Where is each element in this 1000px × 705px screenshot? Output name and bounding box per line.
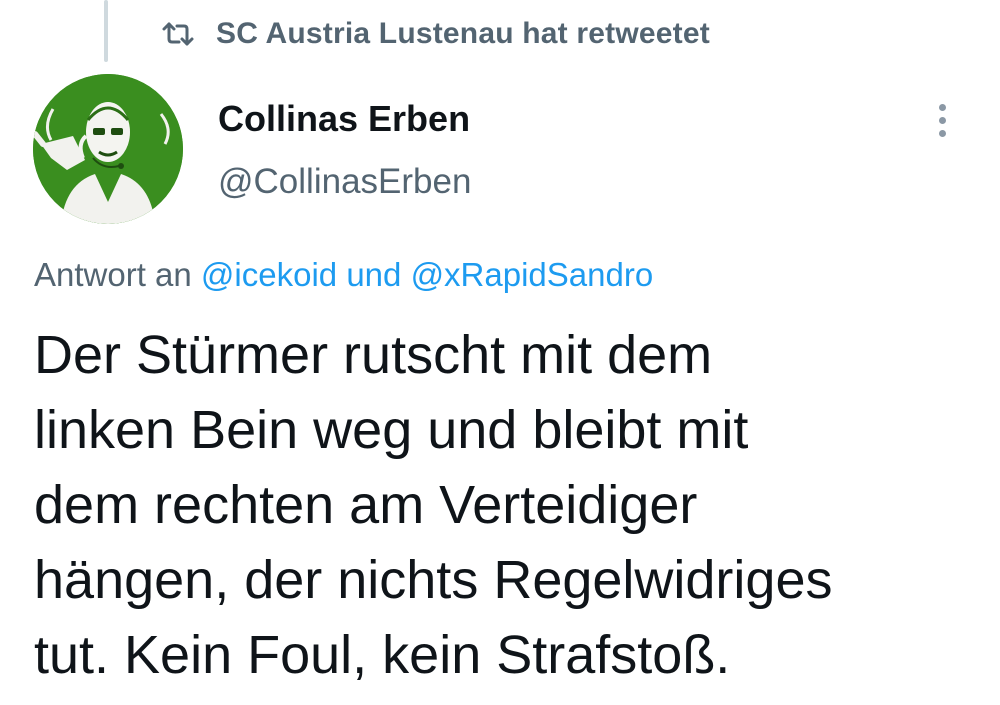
more-vertical-icon-dot xyxy=(938,129,946,137)
mention-link[interactable]: @icekoid xyxy=(201,256,337,293)
reply-connector: und xyxy=(346,256,402,293)
tweet-text-line: Der Stürmer rutscht mit dem xyxy=(34,325,713,385)
tweet-text-line: dem rechten am Verteidiger xyxy=(34,475,698,535)
mention-link[interactable]: @xRapidSandro xyxy=(411,256,654,293)
thread-connector-line xyxy=(104,0,108,62)
tweet-text-line: linken Bein weg und bleibt mit xyxy=(34,400,749,460)
more-vertical-icon xyxy=(938,103,946,111)
reply-prefix: Antwort an xyxy=(34,256,192,293)
user-handle[interactable]: @CollinasErben xyxy=(218,162,471,202)
display-name[interactable]: Collinas Erben xyxy=(218,98,470,140)
retweet-icon xyxy=(160,20,196,48)
tweet-text-line: hängen, der nichts Regelwidriges xyxy=(34,550,833,610)
retweet-context[interactable]: SC Austria Lustenau hat retweetet xyxy=(160,14,710,54)
more-options-button[interactable] xyxy=(924,96,960,144)
tweet-text-line: tut. Kein Foul, kein Strafstoß. xyxy=(34,625,731,685)
retweet-label: SC Austria Lustenau hat retweetet xyxy=(216,17,710,50)
avatar-image xyxy=(33,74,183,224)
more-vertical-icon-dot xyxy=(938,116,946,124)
avatar[interactable] xyxy=(33,74,183,224)
reply-context: Antwort an @icekoid und @xRapidSandro xyxy=(34,256,653,294)
tweet-text: Der Stürmer rutscht mit dem linken Bein … xyxy=(34,318,984,693)
